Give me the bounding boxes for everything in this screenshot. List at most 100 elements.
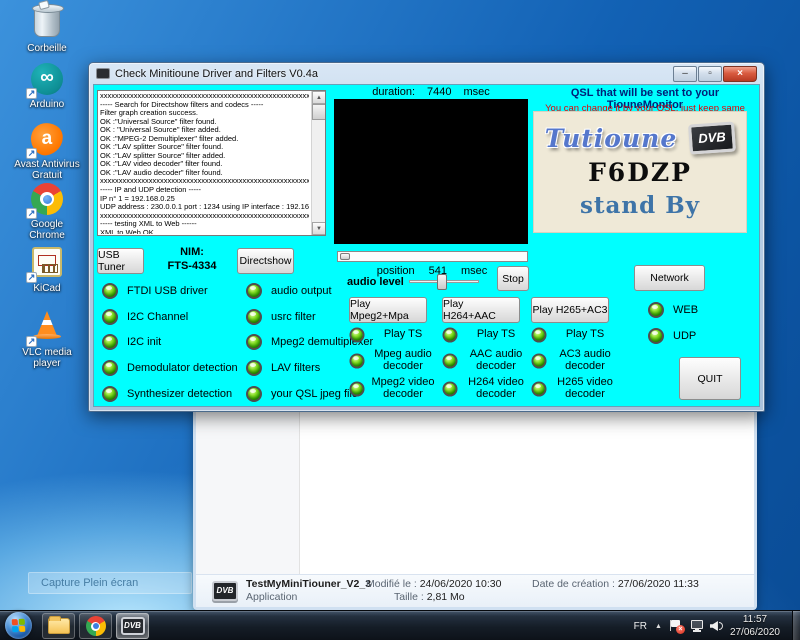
stop-button[interactable]: Stop	[497, 266, 529, 291]
led-label: audio output	[271, 285, 332, 297]
position-slider[interactable]	[337, 251, 528, 262]
language-indicator[interactable]: FR	[634, 621, 647, 632]
desktop-icon-label: Arduino	[12, 99, 82, 110]
play-h264-button[interactable]: Play H264+AAC	[442, 297, 520, 323]
created-label: Date de création :	[532, 578, 615, 590]
desktop-icon-vlc[interactable]: ↗ VLC media player	[12, 307, 82, 369]
network-tray-icon[interactable]	[690, 619, 704, 633]
led-label: UDP	[673, 330, 696, 342]
size-label: Taille :	[394, 591, 424, 603]
desktop-icon-arduino[interactable]: ∞↗ Arduino	[12, 62, 82, 110]
led-indicator-icon	[102, 283, 118, 299]
led-indicator-icon	[246, 309, 262, 325]
led-indicator-icon	[102, 360, 118, 376]
network-button[interactable]: Network	[634, 265, 705, 291]
shortcut-arrow-icon: ↗	[26, 88, 37, 99]
led-indicator-icon	[442, 381, 457, 396]
led-indicator-icon	[349, 327, 364, 342]
video-display	[334, 99, 528, 244]
start-button[interactable]	[5, 612, 32, 639]
desktop-icon-chrome[interactable]: ↗ Google Chrome	[12, 182, 82, 241]
led-row-qsl-jpeg: your QSL jpeg file	[246, 384, 358, 404]
log-textbox[interactable]: xxxxxxxxxxxxxxxxxxxxxxxxxxxxxxxxxxxxxxxx…	[97, 90, 326, 236]
taskbar-chrome-button[interactable]	[79, 613, 112, 639]
led-label: usrc filter	[271, 311, 316, 323]
led-indicator-icon	[349, 353, 364, 368]
size-value: 2,81 Mo	[427, 591, 465, 603]
shortcut-arrow-icon: ↗	[26, 336, 37, 347]
audio-level-slider[interactable]	[409, 274, 479, 290]
directshow-button[interactable]: Directshow	[237, 248, 294, 274]
clock-date: 27/06/2020	[730, 626, 780, 639]
vlc-icon: ↗	[29, 311, 65, 345]
led-label: I2C Channel	[127, 311, 188, 323]
desktop-icon-corbeille[interactable]: Corbeille	[12, 5, 82, 54]
shortcut-arrow-icon: ↗	[26, 272, 37, 283]
desktop-icon-label: KiCad	[12, 283, 82, 294]
close-button[interactable]: ×	[723, 66, 757, 82]
title-bar[interactable]: Check Minitioune Driver and Filters V0.4…	[89, 63, 764, 84]
taskbar-clock[interactable]: 11:57 27/06/2020	[730, 613, 780, 639]
nim-value: FTS-4334	[168, 260, 217, 272]
created-value: 27/06/2020 11:33	[618, 578, 699, 590]
tutioune-logo: Tutioune	[545, 124, 677, 153]
play-mpeg2-button[interactable]: Play Mpeg2+Mpa	[349, 297, 427, 323]
led-label: Mpeg2 video decoder	[365, 377, 441, 400]
desktop-icon-avast[interactable]: a↗ Avast Antivirus Gratuit	[12, 122, 82, 181]
shortcut-arrow-icon: ↗	[26, 148, 37, 159]
chrome-icon: ↗	[29, 183, 65, 217]
desktop-icon-kicad[interactable]: ↗ KiCad	[12, 245, 82, 294]
tray-expand-icon[interactable]: ▲	[655, 623, 662, 630]
led-indicator-icon	[246, 360, 262, 376]
led-label: Synthesizer detection	[127, 388, 232, 400]
chrome-icon	[86, 616, 106, 636]
led-row-h264-video: H264 video decoder	[442, 376, 534, 401]
minimize-button[interactable]: –	[673, 66, 697, 82]
led-label: AAC audio decoder	[458, 349, 534, 372]
file-dates-block: Modifié le : 24/06/2020 10:30 Taille : 2…	[366, 578, 524, 604]
led-label: H264 video decoder	[458, 377, 534, 400]
usb-tuner-button[interactable]: USB Tuner	[97, 248, 144, 274]
scroll-thumb[interactable]	[312, 104, 326, 120]
led-row-audio-output: audio output	[246, 281, 332, 301]
desktop-icon-label: Google Chrome	[12, 219, 82, 241]
volume-icon[interactable]	[710, 619, 724, 633]
led-indicator-icon	[102, 309, 118, 325]
h265-led-column: Play TS AC3 audio decoder H265 video dec…	[531, 325, 623, 404]
taskbar-minitioune-button[interactable]: DVB	[116, 613, 149, 639]
maximize-button[interactable]: ▫	[698, 66, 722, 82]
taskbar-explorer-button[interactable]	[42, 613, 75, 639]
led-label: H265 video decoder	[547, 377, 623, 400]
led-label: AC3 audio decoder	[547, 349, 623, 372]
led-label: WEB	[673, 304, 698, 316]
duration-label: duration:	[372, 86, 415, 98]
scroll-up-icon[interactable]: ▲	[312, 91, 326, 104]
led-label: Play TS	[458, 329, 534, 341]
clock-time: 11:57	[730, 613, 780, 626]
led-label: Play TS	[365, 329, 441, 341]
audio-slider-thumb[interactable]	[437, 274, 447, 290]
led-indicator-icon	[442, 327, 457, 342]
file-dvb-icon: DVB	[212, 581, 238, 601]
taskbar: DVB FR ▲ × 11:57 27/06/2020	[0, 610, 800, 640]
led-label: Demodulator detection	[127, 362, 238, 374]
play-h265-button[interactable]: Play H265+AC3	[531, 297, 609, 323]
scroll-down-icon[interactable]: ▼	[312, 222, 326, 235]
led-indicator-icon	[246, 386, 262, 402]
position-slider-thumb[interactable]	[340, 253, 350, 260]
led-label: LAV filters	[271, 362, 320, 374]
file-name: TestMyMiniTiouner_V2_3	[246, 578, 371, 590]
dvb-logo-icon: DVB	[688, 121, 736, 154]
led-row-play-ts: Play TS	[349, 325, 441, 345]
action-center-flag-icon[interactable]: ×	[670, 619, 684, 633]
led-indicator-icon	[246, 334, 262, 350]
quit-button[interactable]: QUIT	[679, 357, 741, 400]
show-desktop-button[interactable]	[792, 611, 800, 640]
app-client-area: xxxxxxxxxxxxxxxxxxxxxxxxxxxxxxxxxxxxxxxx…	[93, 84, 760, 407]
duration-unit: msec	[464, 86, 490, 98]
system-tray: FR ▲ × 11:57 27/06/2020	[634, 611, 800, 640]
desktop-icon-label: Corbeille	[12, 43, 82, 54]
log-scrollbar[interactable]: ▲ ▼	[311, 91, 325, 235]
nim-caption: NIM:	[180, 246, 204, 258]
app-window: Check Minitioune Driver and Filters V0.4…	[88, 62, 765, 412]
